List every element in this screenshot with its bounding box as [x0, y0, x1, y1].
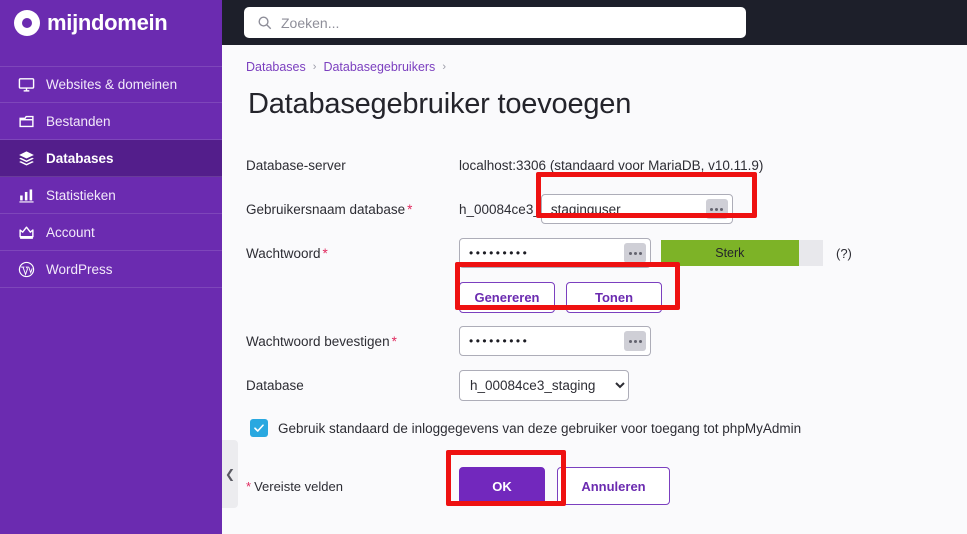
required-fields-note: * Vereiste velden [246, 479, 459, 494]
checkmark-icon [254, 424, 264, 432]
show-password-button[interactable]: Tonen [566, 281, 662, 313]
brand-name: mijndomein [47, 9, 168, 35]
phpmyadmin-checkbox-row[interactable]: Gebruik standaard de inloggegevens van d… [250, 419, 967, 437]
sidebar: mijndomein Websites & domeinen Bestanden [0, 0, 222, 534]
password-strength-fill: Sterk [661, 240, 799, 266]
sidebar-item-account[interactable]: Account [0, 214, 222, 251]
field-row-password: Wachtwoord * ••••••••• Sterk (?) [246, 231, 967, 275]
folder-icon [18, 113, 35, 130]
form-footer: * Vereiste velden OK Annuleren [246, 467, 967, 505]
ok-button[interactable]: OK [459, 467, 545, 505]
wordpress-icon [18, 261, 35, 278]
password-strength-meter: Sterk [661, 240, 823, 266]
sidebar-item-statistieken[interactable]: Statistieken [0, 177, 222, 214]
brand-logo[interactable]: mijndomein [0, 0, 222, 45]
search-input[interactable] [281, 14, 733, 31]
password-strength-label: Sterk [715, 246, 745, 260]
field-label: Database [246, 377, 304, 393]
field-label-text: Wachtwoord bevestigen [246, 333, 390, 349]
database-server-value: localhost:3306 (standaard voor MariaDB, … [459, 157, 764, 173]
username-prefix: h_00084ce3_ [459, 201, 541, 217]
main-area: Databases › Databasegebruikers › Databas… [222, 0, 967, 534]
username-input-wrapper[interactable] [540, 194, 733, 224]
database-select[interactable]: h_00084ce3_staging [459, 369, 629, 401]
field-label-text: Wachtwoord [246, 245, 321, 261]
password-input-wrapper[interactable]: ••••••••• [459, 238, 651, 268]
breadcrumb-item-databases[interactable]: Databases [246, 60, 306, 74]
crown-icon [18, 224, 35, 241]
password-actions-row: Genereren Tonen [246, 275, 967, 319]
cancel-button[interactable]: Annuleren [557, 467, 670, 505]
bar-chart-icon [18, 187, 35, 204]
layers-icon [18, 150, 35, 167]
password-help-link[interactable]: (?) [836, 246, 852, 261]
sidebar-item-label: WordPress [46, 261, 113, 277]
password-confirm-masked-value: ••••••••• [469, 334, 530, 348]
sidebar-item-label: Bestanden [46, 113, 111, 129]
page-content: Databases › Databasegebruikers › Databas… [222, 45, 967, 505]
sidebar-item-websites-domeinen[interactable]: Websites & domeinen [0, 66, 222, 103]
chevron-right-icon: › [442, 61, 446, 73]
password-action-buttons: Genereren Tonen [459, 281, 662, 313]
application-window: mijndomein Websites & domeinen Bestanden [0, 0, 967, 534]
username-input[interactable] [550, 195, 700, 223]
field-row-password-confirm: Wachtwoord bevestigen * ••••••••• [246, 319, 967, 363]
sidebar-item-label: Databases [46, 150, 114, 166]
sidebar-item-bestanden[interactable]: Bestanden [0, 103, 222, 140]
phpmyadmin-checkbox-label: Gebruik standaard de inloggegevens van d… [278, 420, 802, 436]
chevron-left-icon: ❮ [224, 467, 236, 481]
field-label-text: Gebruikersnaam database [246, 201, 406, 217]
field-label: Gebruikersnaam database * [246, 202, 459, 217]
field-row-database: Database h_00084ce3_staging [246, 363, 967, 407]
field-row-database-server: Database-server localhost:3306 (standaar… [246, 143, 967, 187]
field-label: Database-server [246, 157, 346, 173]
password-confirm-input-wrapper[interactable]: ••••••••• [459, 326, 651, 356]
topbar [222, 0, 967, 45]
circle-dot-logo-icon [14, 9, 40, 36]
chevron-right-icon: › [312, 61, 317, 73]
sidebar-item-databases[interactable]: Databases [0, 140, 222, 177]
required-marker: * [322, 245, 328, 261]
search-icon [257, 15, 272, 30]
sidebar-item-wordpress[interactable]: WordPress [0, 251, 222, 288]
required-marker: * [407, 201, 413, 217]
ellipsis-button-icon[interactable] [624, 331, 646, 351]
ellipsis-button-icon[interactable] [705, 199, 728, 219]
sidebar-item-label: Websites & domeinen [46, 77, 178, 92]
field-label: Wachtwoord bevestigen * [246, 334, 459, 349]
breadcrumb-item-databasegebruikers[interactable]: Databasegebruikers [323, 60, 435, 74]
required-fields-text: Vereiste velden [254, 478, 343, 494]
sidebar-item-label: Statistieken [46, 187, 116, 203]
ellipsis-button-icon[interactable] [624, 243, 646, 263]
sidebar-collapse-handle[interactable]: ❮ [222, 440, 238, 508]
required-marker: * [391, 333, 397, 349]
password-masked-value: ••••••••• [469, 246, 530, 260]
field-label: Wachtwoord * [246, 246, 459, 261]
sidebar-nav: Websites & domeinen Bestanden Databases … [0, 66, 222, 288]
page-title: Databasegebruiker toevoegen [248, 88, 632, 120]
generate-password-button[interactable]: Genereren [459, 281, 555, 313]
required-marker: * [246, 478, 252, 494]
field-row-username: Gebruikersnaam database * h_00084ce3_ [246, 187, 967, 231]
sidebar-item-label: Account [46, 224, 95, 240]
search-box[interactable] [244, 7, 746, 38]
phpmyadmin-checkbox[interactable] [250, 419, 268, 437]
monitor-icon [18, 76, 35, 93]
breadcrumb: Databases › Databasegebruikers › [246, 60, 967, 74]
